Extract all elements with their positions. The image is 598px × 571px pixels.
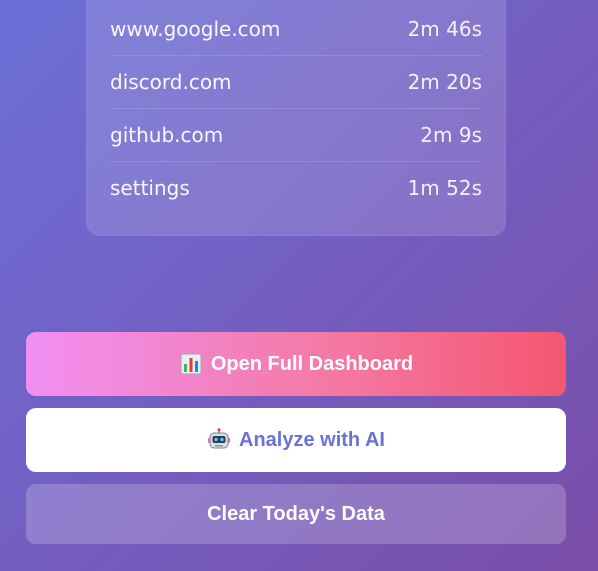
- site-row: settings 1m 52s: [110, 161, 482, 214]
- site-domain: settings: [110, 175, 190, 200]
- clear-data-label: Clear Today's Data: [207, 502, 385, 525]
- robot-icon: [207, 428, 231, 452]
- bar-chart-icon: [179, 352, 203, 376]
- clear-data-button[interactable]: Clear Today's Data: [26, 484, 566, 544]
- site-time: 2m 9s: [420, 122, 482, 147]
- open-dashboard-button[interactable]: Open Full Dashboard: [26, 332, 566, 396]
- site-row: discord.com 2m 20s: [110, 55, 482, 109]
- site-domain: www.google.com: [110, 16, 281, 41]
- site-row: github.com 2m 9s: [110, 108, 482, 162]
- site-time: 2m 46s: [407, 16, 482, 41]
- site-domain: github.com: [110, 122, 224, 147]
- site-domain: discord.com: [110, 69, 232, 94]
- site-row: www.google.com 2m 46s: [110, 2, 482, 56]
- site-time: 2m 20s: [407, 69, 482, 94]
- site-time: 1m 52s: [407, 175, 482, 200]
- open-dashboard-label: Open Full Dashboard: [210, 352, 414, 375]
- top-sites-card: www.google.com 2m 46s discord.com 2m 20s…: [86, 0, 506, 236]
- analyze-ai-label: Analyze with AI: [239, 428, 385, 451]
- analyze-ai-button[interactable]: Analyze with AI: [26, 408, 566, 472]
